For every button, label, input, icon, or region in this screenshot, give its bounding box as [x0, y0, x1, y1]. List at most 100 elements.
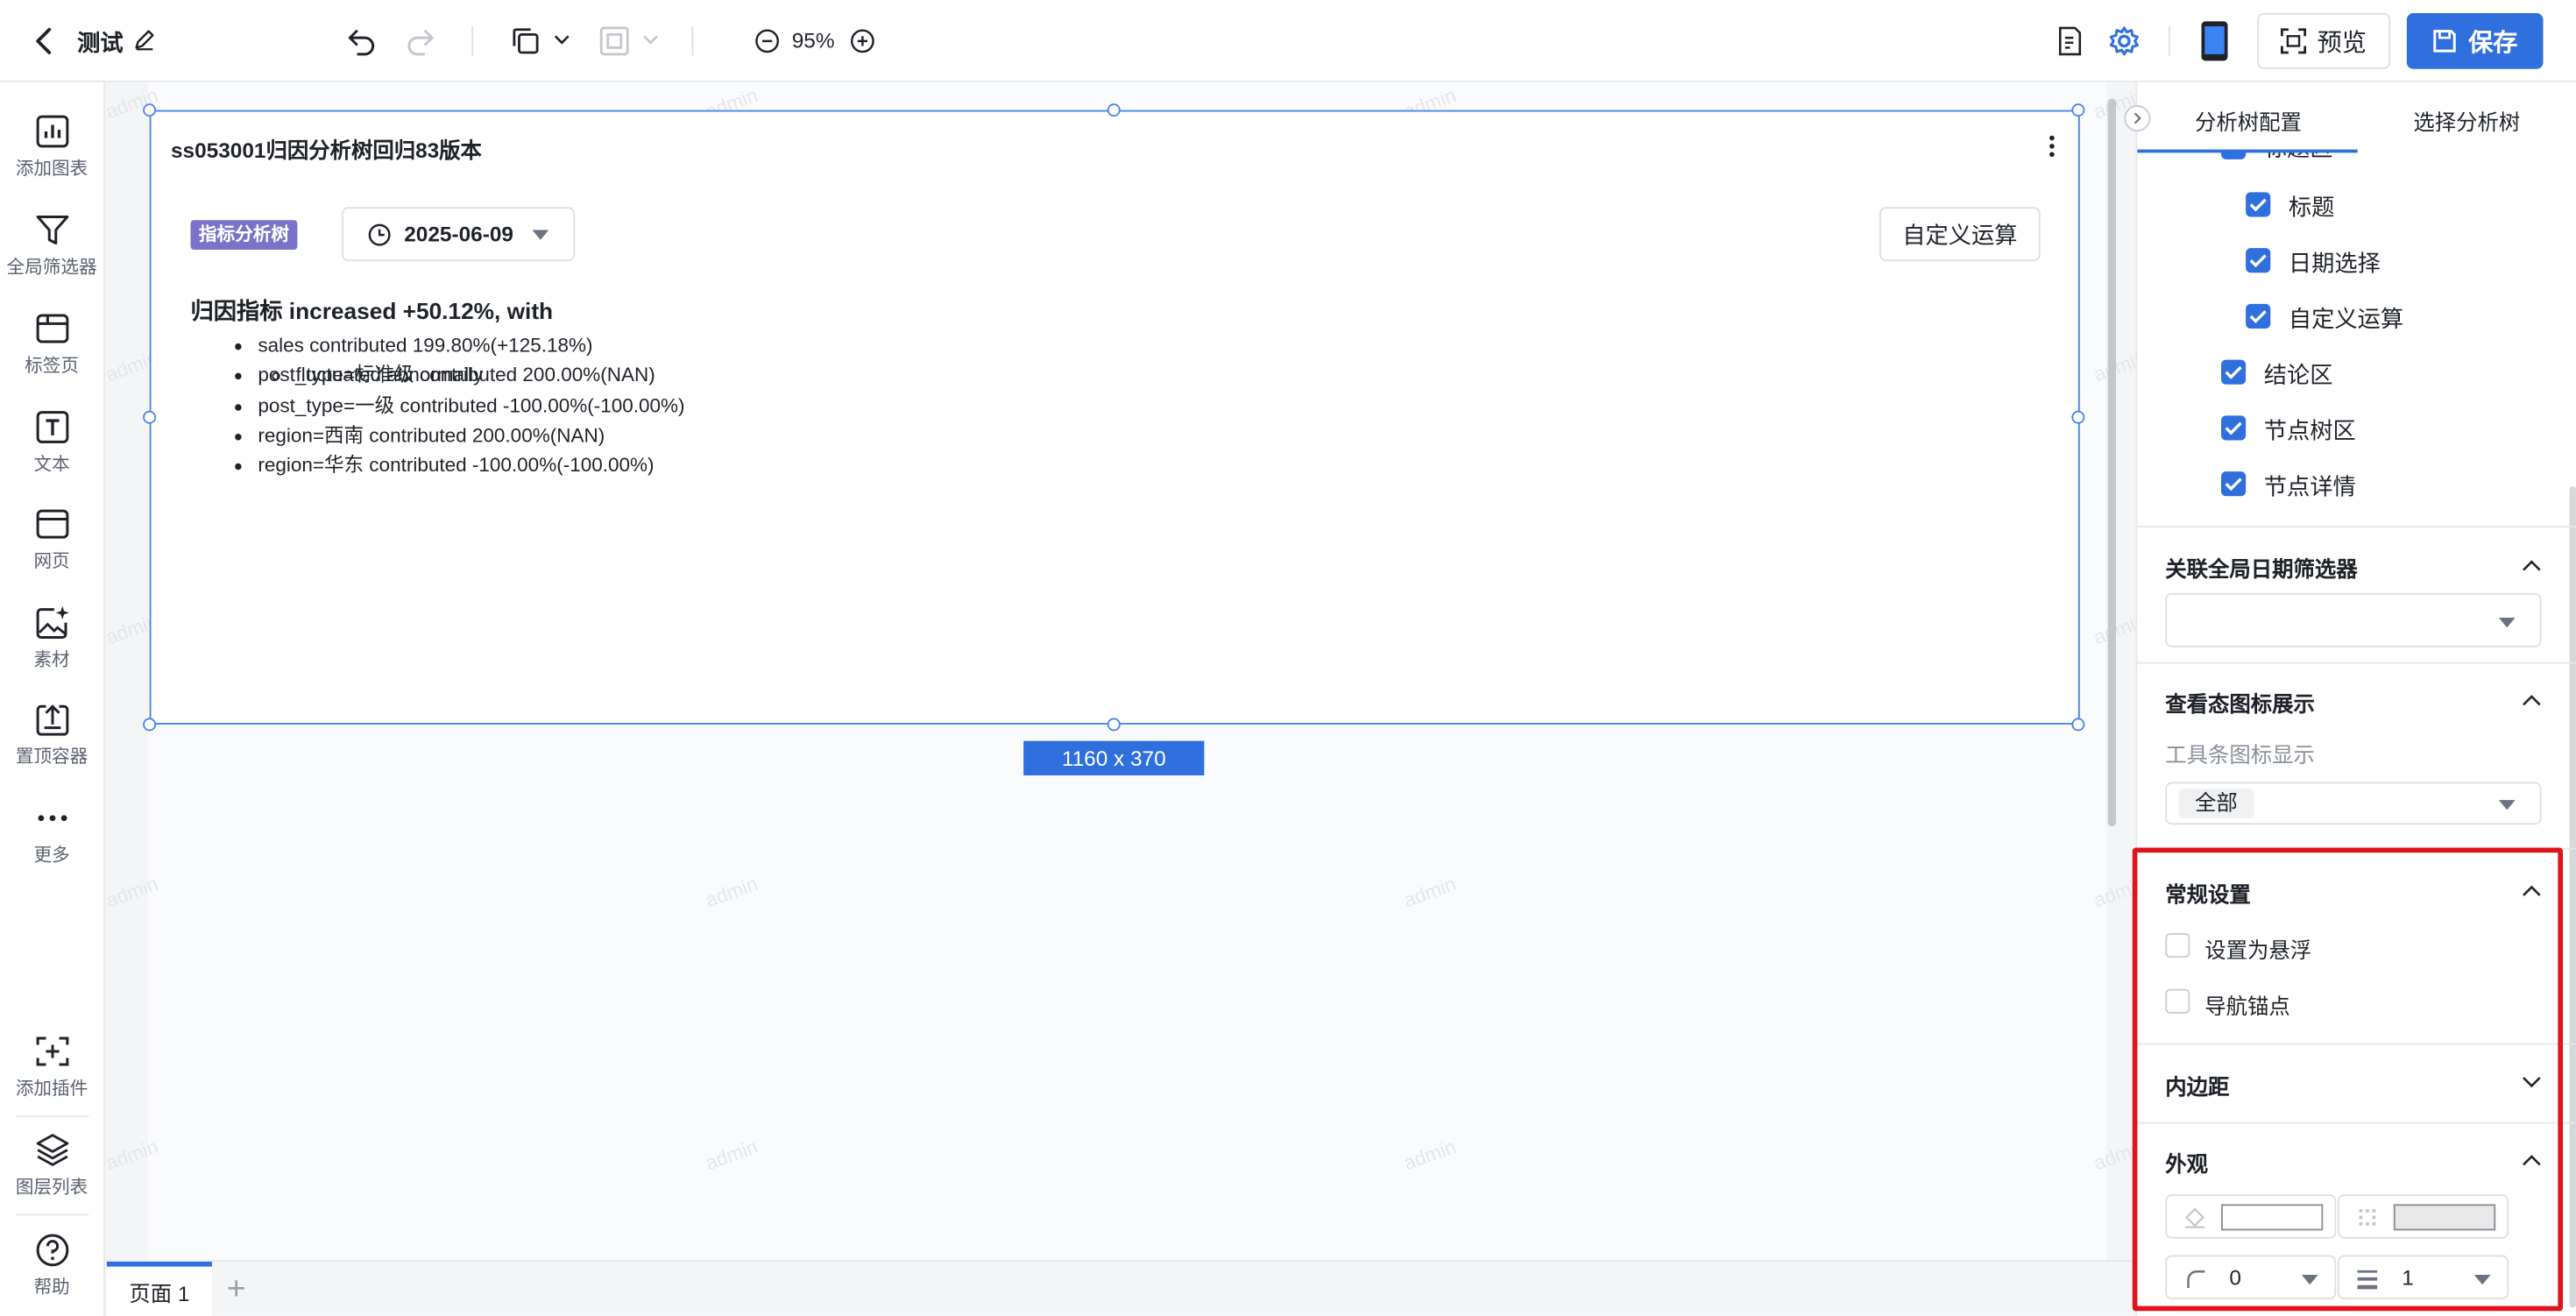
add-page-button[interactable]: +	[227, 1273, 246, 1306]
list-item: post_type=一级 contributed -100.00%(-100.0…	[258, 390, 1079, 420]
checkbox-title[interactable]	[2246, 192, 2271, 217]
tab-page-icon	[33, 310, 69, 346]
page-tab-bar: 页面 1 +	[105, 1260, 2136, 1316]
zoom-in-icon[interactable]	[849, 28, 875, 54]
checkbox-date-select[interactable]	[2246, 248, 2271, 273]
tab-select-tree[interactable]: 选择分析树	[2413, 105, 2520, 137]
sidebar-item-label: 帮助	[33, 1277, 70, 1298]
custom-calc-button[interactable]: 自定义运算	[1879, 207, 2041, 262]
checkbox-label: 日期选择	[2288, 250, 2381, 276]
chevron-down-icon[interactable]	[554, 33, 570, 46]
panel-scrollbar[interactable]	[2569, 486, 2576, 1308]
list-item: region=华东 contributed -100.00%(-100.00%)	[258, 450, 1079, 480]
checkbox-conclusion-area[interactable]	[2221, 359, 2247, 385]
sidebar-divider	[16, 1213, 89, 1216]
sidebar-item-assets[interactable]: 素材	[0, 605, 103, 672]
global-date-filter-select[interactable]	[2165, 592, 2542, 647]
toolbar-divider	[2169, 26, 2170, 56]
add-plugin-icon	[33, 1033, 69, 1069]
mobile-device-icon[interactable]	[2198, 20, 2232, 63]
resize-handle[interactable]	[1107, 103, 1121, 117]
resize-handle[interactable]	[143, 410, 157, 424]
save-label: 保存	[2468, 28, 2518, 57]
sidebar-item-layer-list[interactable]: 图层列表	[0, 1132, 103, 1199]
copy-icon[interactable]	[509, 25, 542, 58]
collapse-panel-button[interactable]	[2124, 105, 2151, 131]
section-divider	[2137, 526, 2576, 527]
checkbox-node-detail[interactable]	[2221, 471, 2247, 497]
date-picker[interactable]: 2025-06-09	[342, 207, 576, 262]
section-divider	[2137, 662, 2576, 664]
sidebar-item-text[interactable]: 文本	[0, 409, 103, 477]
toolbar-divider	[471, 26, 473, 56]
date-value: 2025-06-09	[404, 222, 513, 247]
sidebar-item-help[interactable]: 帮助	[0, 1232, 103, 1299]
undo-icon[interactable]	[345, 25, 379, 58]
layout-options-list: 标题区 标题 日期选择 自定义运算 结论区 节点树区 节点详情	[2137, 147, 2576, 527]
dropdown-caret-icon	[532, 230, 549, 240]
preview-button[interactable]: 预览	[2257, 13, 2391, 69]
analysis-tree-widget[interactable]: ss053001归因分析树回归83版本 指标分析树 2025-06-09 自定义…	[149, 110, 2080, 725]
widget-title: ss053001归因分析树回归83版本	[171, 138, 482, 163]
highlight-box	[2132, 847, 2563, 1312]
layer-align-icon[interactable]	[598, 25, 632, 58]
sidebar-item-tabs[interactable]: 标签页	[0, 310, 103, 378]
sidebar-item-webpage[interactable]: 网页	[0, 506, 103, 574]
sidebar-item-more[interactable]: 更多	[0, 800, 103, 867]
sidebar-item-label: 网页	[33, 552, 70, 572]
save-button[interactable]: 保存	[2406, 13, 2544, 69]
checkbox-custom-calc[interactable]	[2246, 303, 2271, 329]
more-dots-icon	[33, 800, 69, 836]
resize-handle[interactable]	[2071, 410, 2085, 424]
top-bar: 测试 95% 预览 保存	[0, 0, 2576, 82]
text-icon	[33, 409, 69, 445]
sidebar-item-pinned-container[interactable]: 置顶容器	[0, 702, 103, 769]
left-sidebar: 添加图表 全局筛选器 标签页 文本 网页 素材 置顶容器 更多 添加插件 图层列…	[0, 81, 105, 1316]
sidebar-item-label: 标签页	[25, 356, 79, 377]
sidebar-item-add-plugin[interactable]: 添加插件	[0, 1033, 103, 1100]
chevron-up-icon[interactable]	[2522, 693, 2542, 706]
canvas-scrollbar[interactable]	[2107, 98, 2116, 827]
sidebar-item-label: 素材	[33, 650, 70, 671]
settings-gear-icon[interactable]	[2108, 25, 2141, 58]
checkbox-node-tree-area[interactable]	[2221, 415, 2247, 441]
chevron-right-icon	[2133, 112, 2142, 125]
resize-handle[interactable]	[2071, 103, 2085, 117]
chevron-up-icon[interactable]	[2522, 559, 2542, 572]
list-item-text: region=华东 contributed -100.00%(-100.00%)	[258, 453, 655, 478]
checkbox-label: 节点详情	[2263, 473, 2356, 499]
toolbar-icons-select[interactable]: 全部	[2165, 782, 2542, 825]
document-export-icon[interactable]	[2056, 25, 2085, 58]
tab-tree-config[interactable]: 分析树配置	[2195, 105, 2302, 137]
sidebar-divider	[16, 1115, 89, 1117]
save-disk-icon	[2432, 28, 2459, 54]
checkbox-label: 节点树区	[2263, 417, 2356, 444]
sidebar-item-add-chart[interactable]: 添加图表	[0, 113, 103, 180]
list-item-text: sales contributed 199.80%(+125.18%)	[258, 333, 593, 357]
zoom-out-icon[interactable]	[754, 28, 781, 54]
back-icon[interactable]	[33, 26, 56, 56]
resize-handle[interactable]	[143, 103, 157, 117]
toolbar-divider	[691, 26, 694, 56]
checkbox-label: 自定义运算	[2288, 305, 2404, 332]
sidebar-item-label: 图层列表	[15, 1178, 88, 1198]
conclusion-list: sales contributed 199.80%(+125.18%) fluc…	[258, 330, 1079, 481]
more-vertical-icon[interactable]	[2047, 133, 2056, 159]
toolbar-icons-label: 工具条图标显示	[2165, 742, 2315, 768]
selected-tag: 全部	[2178, 789, 2254, 818]
resize-handle[interactable]	[2071, 718, 2085, 732]
list-item-text: post_type=一级 contributed -100.00%(-100.0…	[258, 393, 685, 417]
layers-icon	[33, 1132, 69, 1168]
browser-window-icon	[33, 506, 69, 542]
edit-pencil-icon[interactable]	[133, 28, 156, 51]
sidebar-item-global-filter[interactable]: 全局筛选器	[0, 212, 103, 279]
resize-handle[interactable]	[143, 718, 157, 732]
tab-page-1[interactable]: 页面 1	[106, 1262, 212, 1316]
clock-icon	[368, 223, 391, 246]
sidebar-item-label: 全局筛选器	[6, 258, 97, 278]
chevron-down-icon[interactable]	[642, 33, 659, 46]
redo-icon[interactable]	[404, 25, 437, 58]
resize-handle[interactable]	[1107, 718, 1121, 732]
sidebar-item-label: 置顶容器	[15, 747, 88, 768]
dropdown-caret-icon	[2498, 618, 2516, 628]
